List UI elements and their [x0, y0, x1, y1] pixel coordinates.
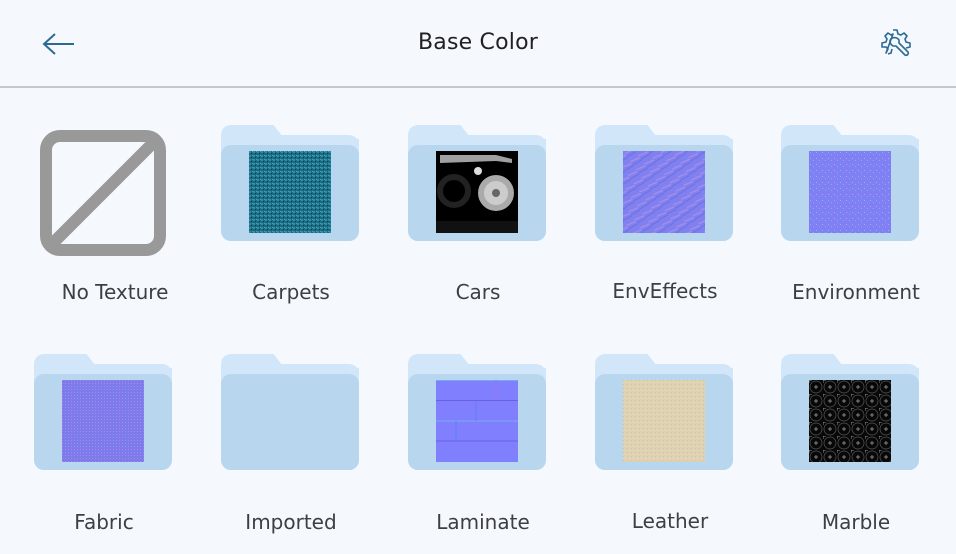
item-no-texture[interactable]: No Texture [40, 130, 190, 330]
folder-enveffects[interactable]: EnvEffects [595, 125, 745, 325]
item-label: Marble [821, 510, 891, 534]
folder-laminate[interactable]: Laminate [408, 354, 558, 554]
folder-icon [221, 125, 361, 243]
car-wheel-texture [436, 151, 518, 233]
folder-icon [595, 354, 735, 472]
item-label: Cars [455, 280, 501, 304]
item-label: Fabric [74, 510, 134, 534]
folder-marble[interactable]: Marble [781, 354, 931, 554]
normal-map-planks-texture [436, 380, 518, 462]
settings-button[interactable] [872, 22, 920, 66]
item-label: Imported [245, 510, 337, 534]
folder-cars[interactable]: Cars [408, 125, 558, 325]
top-bar: Base Color [0, 0, 956, 88]
folder-icon [408, 354, 548, 472]
folder-icon [408, 125, 548, 243]
item-label: Carpets [252, 280, 330, 304]
folder-icon [595, 125, 735, 243]
folder-icon [221, 354, 361, 472]
teal-carpet-texture [249, 151, 331, 233]
item-label: Environment [792, 280, 920, 304]
folder-imported[interactable]: Imported [221, 354, 371, 554]
item-label: No Texture [61, 280, 169, 304]
normal-map-dots-texture [809, 151, 891, 233]
folder-icon [781, 125, 921, 243]
folder-environment[interactable]: Environment [781, 125, 931, 325]
folder-fabric[interactable]: Fabric [34, 354, 184, 554]
folder-icon [34, 354, 174, 472]
item-label: EnvEffects [612, 279, 718, 303]
item-label: Laminate [436, 510, 530, 534]
normal-map-rough-texture [623, 151, 705, 233]
item-label: Leather [631, 509, 709, 533]
normal-map-fabric-texture [62, 380, 144, 462]
page-title: Base Color [417, 30, 538, 55]
black-pattern-texture [809, 380, 891, 462]
beige-leather-texture [623, 380, 705, 462]
folder-icon [781, 354, 921, 472]
gear-wrench-icon [881, 29, 911, 57]
folder-leather[interactable]: Leather [595, 354, 745, 554]
no-texture-icon [40, 130, 166, 256]
folder-carpets[interactable]: Carpets [221, 125, 371, 325]
